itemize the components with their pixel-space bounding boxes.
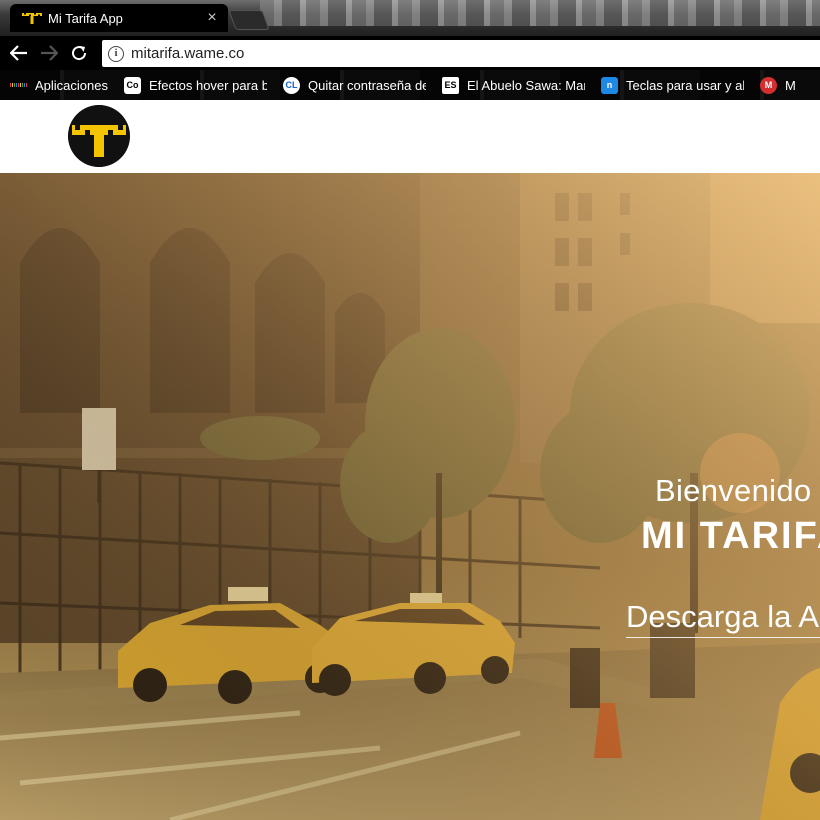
welcome-text: Bienvenido a (655, 473, 820, 508)
mega-icon: M (760, 76, 777, 94)
taxi-logo-icon (22, 13, 42, 24)
address-bar-url: mitarifa.wame.co (131, 45, 245, 62)
forward-arrow-icon (41, 45, 58, 61)
reload-icon (72, 46, 87, 61)
download-app-link[interactable]: Descarga la App (626, 599, 820, 638)
brand-title: MI TARIFA (641, 515, 820, 557)
new-tab-button[interactable] (228, 10, 270, 30)
cl-icon: CL (283, 76, 300, 94)
hero-text: Bienvenido a MI TARIFA Descarga la App (0, 173, 820, 820)
tab-close-icon[interactable]: × (204, 10, 220, 26)
taxi-t-logo-icon (68, 105, 130, 167)
bookmark-teclas[interactable]: n Teclas para usar y ab (601, 76, 744, 94)
apps-grid-icon (10, 77, 27, 94)
browser-tab[interactable]: Mi Tarifa App × (10, 4, 228, 32)
site-header (0, 100, 820, 173)
bookmark-label: El Abuelo Sawa: Man (467, 77, 585, 93)
bookmark-mega[interactable]: M M (760, 76, 796, 94)
reload-button[interactable] (64, 38, 94, 68)
address-bar[interactable]: i mitarifa.wame.co (102, 40, 820, 67)
tab-title: Mi Tarifa App (48, 10, 123, 26)
browser-toolbar: i mitarifa.wame.co (0, 36, 820, 70)
bookmark-label: Quitar contraseña de (308, 77, 426, 93)
mi-tarifa-logo[interactable] (68, 105, 130, 167)
bookmark-apps[interactable]: Aplicaciones (10, 77, 108, 94)
bookmark-abuelo-sawa[interactable]: ES El Abuelo Sawa: Man (442, 76, 585, 94)
bookmark-quitar-contrasena[interactable]: CL Quitar contraseña de (283, 76, 426, 94)
bookmark-label: Aplicaciones (35, 77, 108, 93)
site-info-icon[interactable]: i (108, 45, 124, 62)
forward-button[interactable] (34, 38, 64, 68)
bookmark-label: Efectos hover para bo (149, 77, 267, 93)
bookmark-efectos-hover[interactable]: Co Efectos hover para bo (124, 76, 267, 94)
hero-section: Bienvenido a MI TARIFA Descarga la App (0, 173, 820, 820)
browser-tabstrip: Mi Tarifa App × (0, 0, 820, 36)
sawa-icon: ES (442, 76, 459, 94)
bookmark-label: M (785, 77, 796, 93)
codrops-icon: Co (124, 76, 141, 94)
n-icon: n (601, 76, 618, 94)
bookmarks-bar: Aplicaciones Co Efectos hover para bo CL… (0, 70, 820, 100)
bookmark-label: Teclas para usar y ab (626, 77, 744, 93)
back-button[interactable] (4, 38, 34, 68)
back-arrow-icon (10, 45, 27, 61)
